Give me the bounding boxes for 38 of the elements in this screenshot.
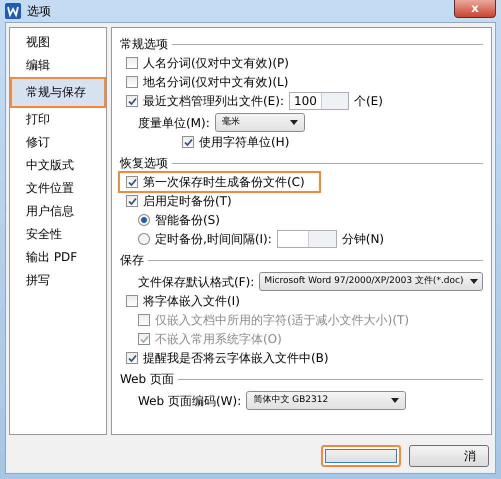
dropdown[interactable]: Microsoft Word 97/2000/XP/2003 文件(*.doc) xyxy=(259,272,483,291)
option-label: 第一次保存时生成备份文件(C) xyxy=(143,174,305,191)
dropdown[interactable]: 毫米 xyxy=(214,113,305,132)
sidebar-item[interactable]: 编辑 xyxy=(12,54,104,77)
option-label: 仅嵌入文档中所用的字符(适于减小文件大小)(T) xyxy=(155,312,410,329)
unit-label: 分钟(N) xyxy=(342,231,384,248)
window-title: 选项 xyxy=(27,3,51,20)
option-label: 人名分词(仅对中文有效)(P) xyxy=(143,55,289,72)
option-label: 启用定时备份(T) xyxy=(143,193,232,210)
option-label: 将字体嵌入文件(I) xyxy=(143,293,240,310)
option-label: 地名分词(仅对中文有效)(L) xyxy=(143,74,288,91)
field-label: 度量单位(M): xyxy=(138,114,210,132)
option-label: 最近文档管理列出文件(E): xyxy=(143,93,284,110)
sidebar-item[interactable]: 用户信息 xyxy=(12,200,104,223)
option-label: 不嵌入常用系统字体(O) xyxy=(155,331,282,348)
section-title: Web 页面 xyxy=(120,371,174,388)
field-label: 文件保存默认格式(F): xyxy=(138,274,254,290)
sidebar-item[interactable]: 安全性 xyxy=(12,223,104,246)
sidebar-item[interactable]: 拼写 xyxy=(12,269,104,292)
sidebar-item[interactable]: 文件位置 xyxy=(12,177,104,200)
cancel-button[interactable]: 消 xyxy=(409,445,489,467)
section-title: 常规选项 xyxy=(120,36,168,53)
number-field[interactable]: 100 xyxy=(289,92,349,110)
option-label: 智能备份(S) xyxy=(155,212,220,229)
section-title: 保存 xyxy=(120,252,144,269)
option-label: 提醒我是否将云字体嵌入文件中(B) xyxy=(143,350,329,367)
option-label: 使用字符单位(H) xyxy=(199,134,290,151)
field-label: Web 页面编码(W): xyxy=(138,392,242,410)
sidebar-item[interactable]: 打印 xyxy=(12,108,104,131)
section-title: 恢复选项 xyxy=(120,155,168,172)
sidebar-item[interactable]: 中文版式 xyxy=(12,154,104,177)
sidebar-item[interactable]: 常规与保存 xyxy=(12,79,104,106)
unit-label: 个(E) xyxy=(354,93,383,110)
dropdown[interactable]: 简体中文 GB2312 xyxy=(246,391,406,410)
sidebar-item[interactable]: 视图 xyxy=(12,31,104,54)
sidebar-item[interactable]: 修订 xyxy=(12,131,104,154)
sidebar-item[interactable]: 输出 PDF xyxy=(12,246,104,269)
option-label: 定时备份,时间间隔(I): xyxy=(155,231,272,248)
